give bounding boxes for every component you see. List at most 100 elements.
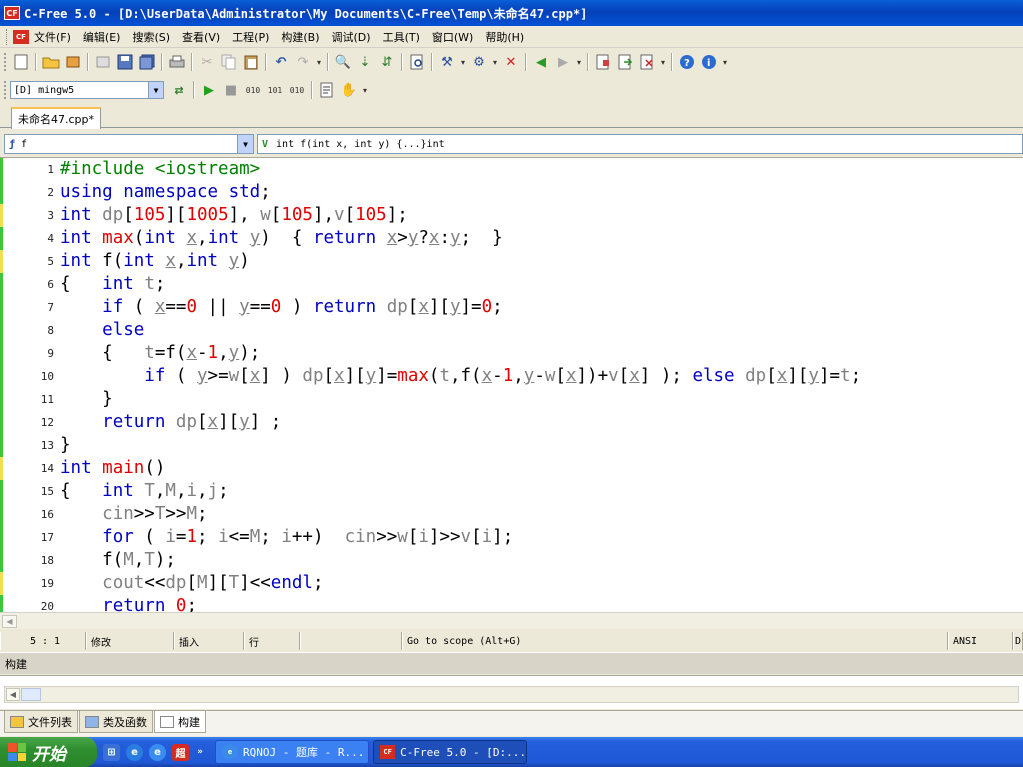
menu-project[interactable]: 工程(P) — [232, 29, 269, 45]
menu-search[interactable]: 搜索(S) — [132, 29, 170, 45]
task-rqnoj[interactable]: e RQNOJ - 题库 - R... — [215, 740, 369, 764]
find-in-files-icon[interactable] — [407, 52, 427, 72]
title-bar[interactable]: CF C-Free 5.0 - [D:\UserData\Administrat… — [0, 0, 1023, 26]
open-project-icon[interactable] — [63, 52, 83, 72]
forward-arrow-icon[interactable]: ▶ — [553, 52, 573, 72]
hand-icon[interactable]: ✋ — [339, 80, 359, 100]
menu-view[interactable]: 查看(V) — [182, 29, 220, 45]
copy-icon[interactable] — [219, 52, 239, 72]
editor-horizontal-scrollbar[interactable]: ◀ — [0, 612, 1023, 629]
code-line[interactable]: 8 else — [0, 319, 1023, 342]
start-button[interactable]: 开始 — [0, 737, 97, 767]
code-line[interactable]: 2 using namespace std; — [0, 181, 1023, 204]
code-editor[interactable]: 1 #include <iostream> 2 using namespace std… — [0, 157, 1023, 612]
scope-bar: ƒ f ▼ V int f(int x, int y) {...}int — [0, 132, 1023, 156]
code-line[interactable]: 13} — [0, 434, 1023, 457]
stop-build-icon[interactable]: ✕ — [501, 52, 521, 72]
debug-dropdown-icon[interactable]: ▾ — [361, 80, 369, 100]
close-file-icon[interactable] — [93, 52, 113, 72]
menu-file[interactable]: 文件(F) — [34, 29, 71, 45]
menu-window[interactable]: 窗口(W) — [432, 29, 473, 45]
compile-file-icon[interactable]: 010 — [243, 80, 263, 100]
chevron-down-icon[interactable]: ▼ — [237, 135, 253, 153]
bookmark-toggle-icon[interactable] — [593, 52, 613, 72]
code-line[interactable]: 14 int main() — [0, 457, 1023, 480]
build-icon[interactable]: ⚙ — [469, 52, 489, 72]
compile-icon[interactable]: ⚒ — [437, 52, 457, 72]
function-scope-select[interactable]: ƒ f ▼ — [4, 134, 254, 154]
scroll-left-icon[interactable]: ◀ — [6, 688, 20, 701]
undo-icon[interactable]: ↶ — [271, 52, 291, 72]
code-line[interactable]: 20 return 0; — [0, 595, 1023, 612]
menu-build[interactable]: 构建(B) — [281, 29, 319, 45]
bookmark-dropdown-icon[interactable]: ▾ — [659, 52, 667, 72]
code-line[interactable]: 5 int f(int x,int y) — [0, 250, 1023, 273]
cut-icon[interactable]: ✂ — [197, 52, 217, 72]
redo-dropdown-icon[interactable]: ▾ — [315, 52, 323, 72]
find-next-icon[interactable]: ⇣ — [355, 52, 375, 72]
save-icon[interactable] — [115, 52, 135, 72]
replace-icon[interactable]: ⇵ — [377, 52, 397, 72]
ie-alt-icon[interactable]: e — [149, 743, 166, 761]
build-dropdown-icon[interactable]: ▾ — [491, 52, 499, 72]
menu-app-icon[interactable]: CF — [13, 29, 29, 44]
open-folder-icon[interactable] — [41, 52, 61, 72]
ie-icon[interactable]: e — [126, 743, 143, 761]
code-line[interactable]: 17 for ( i=1; i<=M; i++) cin>>w[i]>>v[i]… — [0, 526, 1023, 549]
bookmark-clear-icon[interactable] — [637, 52, 657, 72]
code-line[interactable]: 9 { t=f(x-1,y); — [0, 342, 1023, 365]
redo-icon[interactable]: ↷ — [293, 52, 313, 72]
info-dropdown-icon[interactable]: ▾ — [721, 52, 729, 72]
help-icon[interactable]: ? — [677, 52, 697, 72]
debug-icon[interactable] — [317, 80, 337, 100]
signature-field[interactable]: V int f(int x, int y) {...}int — [257, 134, 1023, 154]
more-arrow-icon[interactable]: » — [195, 744, 205, 761]
task-c-free[interactable]: CF C-Free 5.0 - [D:... — [373, 740, 527, 764]
code-line[interactable]: 7 if ( x==0 || y==0 ) return dp[x][y]=0; — [0, 296, 1023, 319]
back-arrow-icon[interactable]: ◀ — [531, 52, 551, 72]
chevron-down-icon[interactable]: ▼ — [148, 82, 163, 98]
menu-edit[interactable]: 编辑(E) — [83, 29, 121, 45]
code-line[interactable]: 6 { int t; — [0, 273, 1023, 296]
tab-file-list[interactable]: 文件列表 — [4, 711, 78, 733]
code-line[interactable]: 4 int max(int x,int y) { return x>y?x:y; … — [0, 227, 1023, 250]
compiler-select[interactable]: [D] mingw5 ▼ — [10, 81, 164, 99]
browser-icon[interactable]: 超 — [172, 743, 189, 761]
forward-dropdown-icon[interactable]: ▾ — [575, 52, 583, 72]
save-all-icon[interactable] — [137, 52, 157, 72]
code-line[interactable]: 3 int dp[105][1005], w[105],v[105]; — [0, 204, 1023, 227]
paste-icon[interactable] — [241, 52, 261, 72]
new-file-icon[interactable] — [11, 52, 31, 72]
code-line[interactable]: 11 } — [0, 388, 1023, 411]
print-icon[interactable] — [167, 52, 187, 72]
tab-untitled47[interactable]: 未命名47.cpp* — [11, 107, 102, 129]
stop-run-icon[interactable]: ■ — [221, 80, 241, 100]
windows-flag-icon[interactable]: ⊞ — [103, 743, 120, 761]
scroll-left-icon[interactable]: ◀ — [2, 615, 17, 628]
tab-build[interactable]: 构建 — [154, 711, 206, 733]
rebuild-icon[interactable]: 010 — [287, 80, 307, 100]
code-line[interactable]: 16 cin>>T>>M; — [0, 503, 1023, 526]
tab-classes-functions[interactable]: 类及函数 — [79, 711, 153, 733]
code-line[interactable]: 12 return dp[x][y] ; — [0, 411, 1023, 434]
code-line[interactable]: 15{ int T,M,i,j; — [0, 480, 1023, 503]
code-line[interactable]: 1 #include <iostream> — [0, 158, 1023, 181]
scroll-thumb[interactable] — [21, 688, 41, 701]
build-file-icon[interactable]: 101 — [265, 80, 285, 100]
menu-help[interactable]: 帮助(H) — [485, 29, 524, 45]
run-icon[interactable]: ▶ — [199, 80, 219, 100]
code-token: y — [196, 366, 208, 386]
info-icon[interactable]: i — [699, 52, 719, 72]
menu-tools[interactable]: 工具(T) — [383, 29, 420, 45]
find-icon[interactable]: 🔍 — [333, 52, 353, 72]
compile-dropdown-icon[interactable]: ▾ — [459, 52, 467, 72]
build-panel-scrollbar[interactable]: ◀ — [4, 686, 1019, 703]
compiler-options-icon[interactable]: ⇄ — [169, 80, 189, 100]
code-line[interactable]: 10 if ( y>=w[x] ) dp[x][y]=max(t,f(x-1,y… — [0, 365, 1023, 388]
code-line[interactable]: 19 cout<<dp[M][T]<<endl; — [0, 572, 1023, 595]
code-line[interactable]: 18 f(M,T); — [0, 549, 1023, 572]
menu-debug[interactable]: 调试(D) — [332, 29, 371, 45]
bookmark-next-icon[interactable] — [615, 52, 635, 72]
code-token: ] ); — [639, 366, 693, 386]
